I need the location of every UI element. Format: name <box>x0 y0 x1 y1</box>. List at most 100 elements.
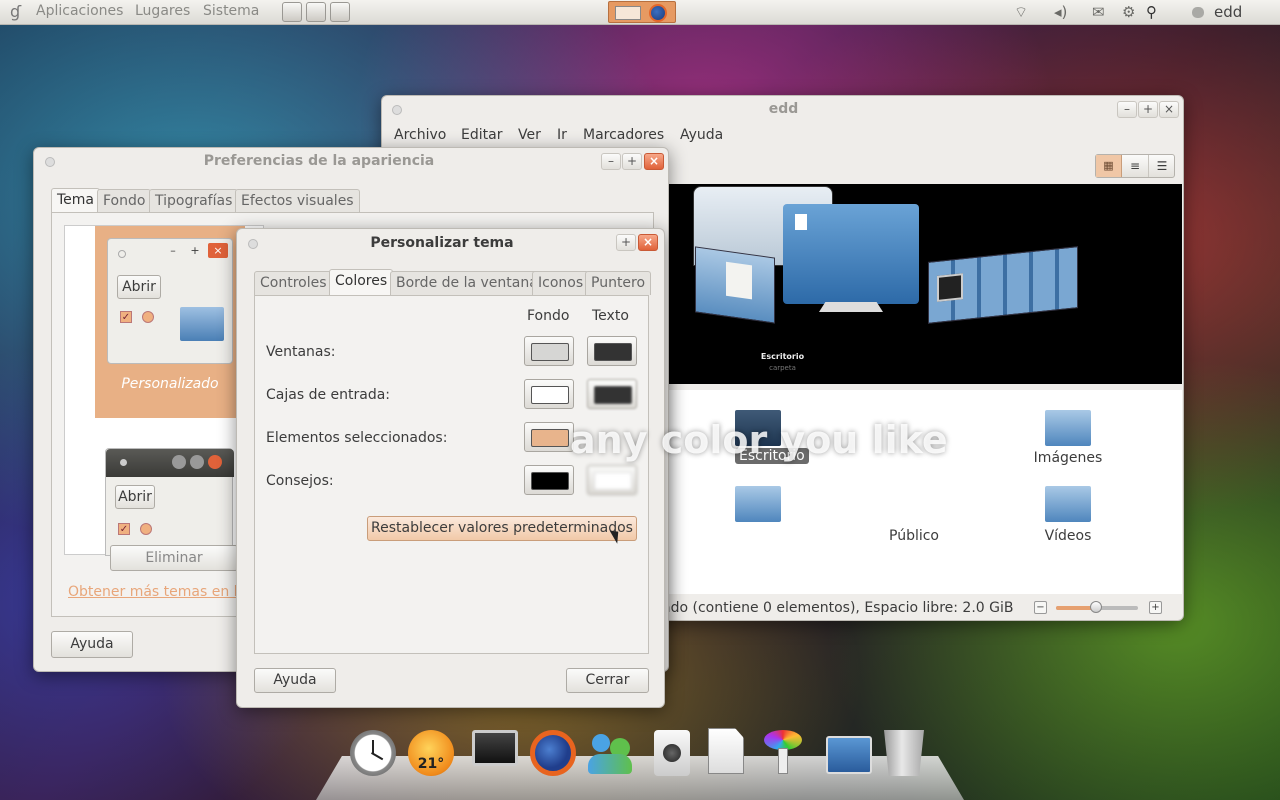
menu-ir[interactable]: Ir <box>557 127 567 143</box>
firefox-icon <box>649 4 667 22</box>
consejos-texto-swatch[interactable] <box>587 465 637 495</box>
launcher-icon-3[interactable] <box>330 2 350 22</box>
search-icon[interactable]: ⚲ <box>1146 3 1157 21</box>
zoom-handle[interactable] <box>1090 601 1102 613</box>
menu-archivo[interactable]: Archivo <box>394 127 446 143</box>
desktop-icon[interactable] <box>826 736 872 774</box>
user-name[interactable]: edd <box>1214 3 1242 21</box>
consejos-fondo-swatch[interactable] <box>524 465 574 495</box>
status-bar-text: ado (contiene 0 elementos), Espacio libr… <box>662 600 1014 616</box>
item-publico[interactable]: Público <box>859 528 969 544</box>
theme-list[interactable]: – + × Abrir ✓ Personalizado Abrir ✓ <box>64 225 264 556</box>
maximize-button[interactable]: + <box>1138 101 1158 118</box>
ventanas-texto-swatch[interactable] <box>587 336 637 366</box>
taskbar-switcher[interactable] <box>608 1 676 23</box>
close-button[interactable]: × <box>638 234 658 251</box>
close-button[interactable]: × <box>1159 101 1179 118</box>
volume-icon[interactable]: ◂) <box>1054 3 1067 21</box>
zoom-slider[interactable] <box>1056 601 1138 613</box>
speaker-cone <box>663 744 681 762</box>
help-button[interactable]: Ayuda <box>254 668 336 693</box>
imagenes-folder-icon[interactable] <box>1045 410 1091 446</box>
tab-efectos-visuales[interactable]: Efectos visuales <box>235 189 360 213</box>
minimize-button[interactable]: – <box>601 153 621 170</box>
gnome-foot-icon[interactable]: ɠ <box>10 2 21 21</box>
slogan-overlay: any color you like <box>570 418 948 462</box>
theme2-abrir-button: Abrir <box>115 485 155 509</box>
tab-puntero[interactable]: Puntero <box>585 271 652 295</box>
computer-icon[interactable] <box>472 730 518 766</box>
menu-aplicaciones[interactable]: Aplicaciones <box>36 3 123 19</box>
maximize-button[interactable]: + <box>622 153 642 170</box>
preview-folder-icon <box>180 307 224 341</box>
row-ventanas-label: Ventanas: <box>266 344 336 360</box>
clock-icon[interactable] <box>350 730 396 776</box>
theme2-menu-icon <box>120 459 127 466</box>
ventanas-fondo-swatch[interactable] <box>524 336 574 366</box>
preview-menu-icon <box>118 250 126 258</box>
more-themes-link[interactable]: Obtener más temas en lín <box>68 584 250 600</box>
chat-status-icon[interactable] <box>1192 7 1204 18</box>
item-imagenes[interactable]: Imágenes <box>1013 450 1123 466</box>
minimize-button[interactable]: – <box>1117 101 1137 118</box>
preview-close-icon: × <box>208 243 228 258</box>
icon-view-icon[interactable]: ▦ <box>1096 155 1122 177</box>
delete-button[interactable]: Eliminar <box>110 545 238 571</box>
tab-iconos[interactable]: Iconos <box>532 271 590 295</box>
menu-marcadores[interactable]: Marcadores <box>583 127 664 143</box>
tab-controles[interactable]: Controles <box>254 271 333 295</box>
document-thumb-icon <box>726 261 752 300</box>
window-title: Preferencias de la apariencia <box>203 153 435 169</box>
paint-palette <box>764 730 802 750</box>
launcher-icon-2[interactable] <box>306 2 326 22</box>
menu-lugares[interactable]: Lugares <box>135 3 190 19</box>
cajas-texto-swatch[interactable] <box>587 379 637 409</box>
tab-fondo[interactable]: Fondo <box>97 189 152 213</box>
cajas-fondo-swatch[interactable] <box>524 379 574 409</box>
menu-ver[interactable]: Ver <box>518 127 541 143</box>
theme-item-2[interactable]: Abrir ✓ <box>105 448 234 556</box>
menu-editar[interactable]: Editar <box>461 127 502 143</box>
tab-borde-ventana[interactable]: Borde de la ventana <box>390 271 544 295</box>
paint-icon[interactable] <box>760 728 806 774</box>
publico-folder-icon[interactable] <box>735 486 781 522</box>
trash-icon[interactable] <box>884 730 924 776</box>
row-cajas-label: Cajas de entrada: <box>266 387 391 403</box>
theme-item-personalizado[interactable]: – + × Abrir ✓ Personalizado <box>95 226 245 418</box>
view-switcher: ▦ ≡ ☰ <box>1095 154 1175 178</box>
reset-defaults-button[interactable]: Restablecer valores predeterminados <box>367 516 637 541</box>
firefox-icon[interactable] <box>530 730 576 776</box>
maximize-button[interactable]: + <box>616 234 636 251</box>
menu-ayuda[interactable]: Ayuda <box>680 127 723 143</box>
wifi-icon[interactable]: ⌔ <box>1014 3 1028 22</box>
weather-temp: 21° <box>417 756 445 772</box>
close-button[interactable]: × <box>644 153 664 170</box>
document-icon[interactable] <box>708 728 744 774</box>
menu-sistema[interactable]: Sistema <box>203 3 259 19</box>
tab-tema[interactable]: Tema <box>51 188 101 212</box>
tab-colores[interactable]: Colores <box>329 269 394 296</box>
videos-folder-icon[interactable] <box>1045 486 1091 522</box>
doc-icon <box>795 214 807 230</box>
preview-checkbox-icon: ✓ <box>120 311 132 323</box>
speaker-icon[interactable] <box>654 730 690 776</box>
seleccionados-fondo-swatch[interactable] <box>524 422 574 452</box>
help-button[interactable]: Ayuda <box>51 631 133 658</box>
zoom-in-icon[interactable]: + <box>1149 601 1162 614</box>
messenger-icon[interactable] <box>588 730 634 776</box>
zoom-out-icon[interactable]: − <box>1034 601 1047 614</box>
messenger-body <box>588 754 632 774</box>
close-dialog-button[interactable]: Cerrar <box>566 668 649 693</box>
weather-icon[interactable]: 21° <box>408 730 454 776</box>
preview-minimize-icon: – <box>170 244 176 257</box>
launcher-icon-1[interactable] <box>282 2 302 22</box>
item-videos[interactable]: Vídeos <box>1013 528 1123 544</box>
gear-icon[interactable]: ⚙ <box>1122 3 1135 21</box>
folder-left-icon <box>695 246 775 324</box>
tab-tipografias[interactable]: Tipografías <box>149 189 239 213</box>
mail-icon[interactable]: ✉ <box>1092 3 1105 21</box>
preview-radio-icon <box>142 311 154 323</box>
compact-view-icon[interactable]: ☰ <box>1149 155 1175 177</box>
list-view-icon[interactable]: ≡ <box>1122 155 1149 177</box>
column-texto: Texto <box>592 308 629 324</box>
